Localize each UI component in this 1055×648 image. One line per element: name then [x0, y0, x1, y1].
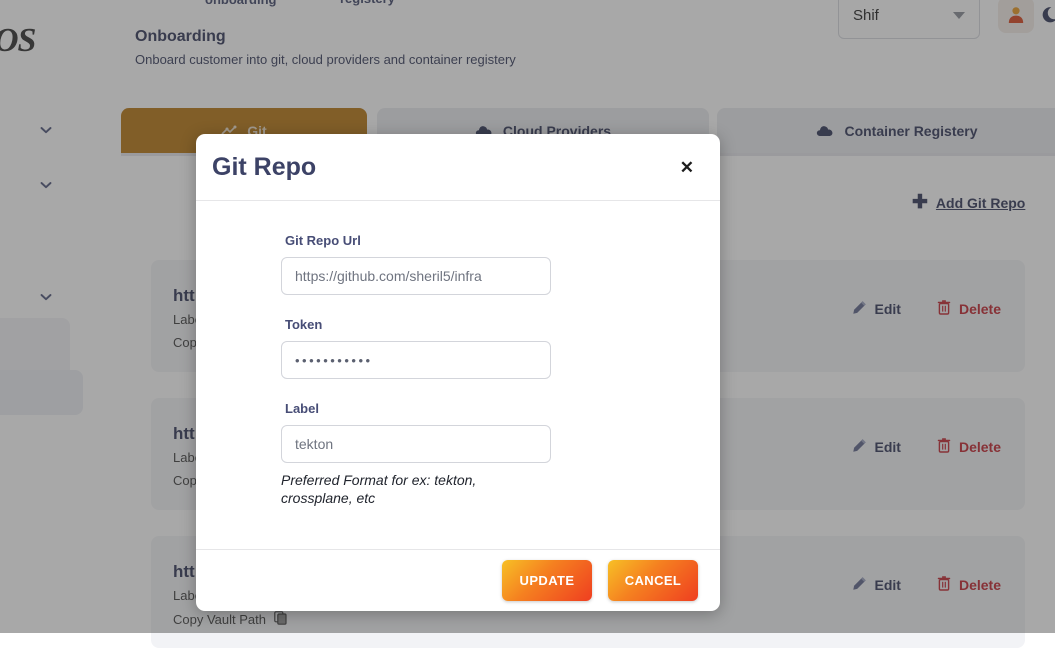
token-label: Token: [285, 317, 720, 332]
dialog-body: Git Repo Url Token Label Preferred Forma…: [196, 201, 720, 549]
git-repo-url-label: Git Repo Url: [285, 233, 720, 248]
repo-label-hint: Preferred Format for ex: tekton, crosspl…: [281, 472, 506, 508]
dialog-title: Git Repo: [212, 153, 316, 182]
update-button[interactable]: UPDATE: [502, 560, 592, 601]
repo-label-label: Label: [285, 401, 720, 416]
dialog-footer: UPDATE CANCEL: [196, 549, 720, 611]
repo-label-input[interactable]: [281, 425, 551, 463]
git-repo-dialog: Git Repo ✕ Git Repo Url Token Label Pref…: [196, 134, 720, 611]
field-git-repo-url: Git Repo Url: [196, 233, 720, 295]
git-repo-url-input[interactable]: [281, 257, 551, 295]
field-token: Token: [196, 317, 720, 379]
cancel-button[interactable]: CANCEL: [608, 560, 698, 601]
dialog-header: Git Repo ✕: [196, 134, 720, 201]
token-input[interactable]: [281, 341, 551, 379]
close-icon[interactable]: ✕: [675, 156, 699, 179]
field-label: Label Preferred Format for ex: tekton, c…: [196, 401, 720, 508]
